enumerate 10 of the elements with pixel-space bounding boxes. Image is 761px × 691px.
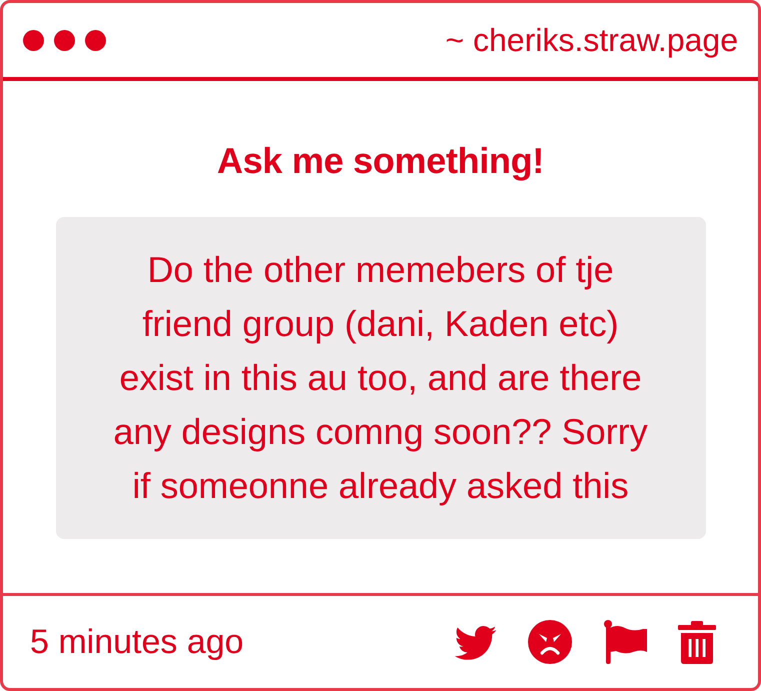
prompt-title: Ask me something! [217,141,544,181]
window-dot-icon [54,30,75,50]
page-address: ~ cheriks.straw.page [445,21,738,59]
flag-icon[interactable] [603,620,647,664]
window-dot-icon [85,30,106,50]
timestamp: 5 minutes ago [30,622,244,662]
window-dot-icon [23,30,44,50]
angry-face-icon[interactable] [528,620,572,664]
trash-icon[interactable] [678,620,716,664]
question-text: Do the other memebers of tje friend group (dani, Kaden etc) exist in this au too, and are there any designs comng soon?? Sorry if someonne already asked this [112,248,649,508]
